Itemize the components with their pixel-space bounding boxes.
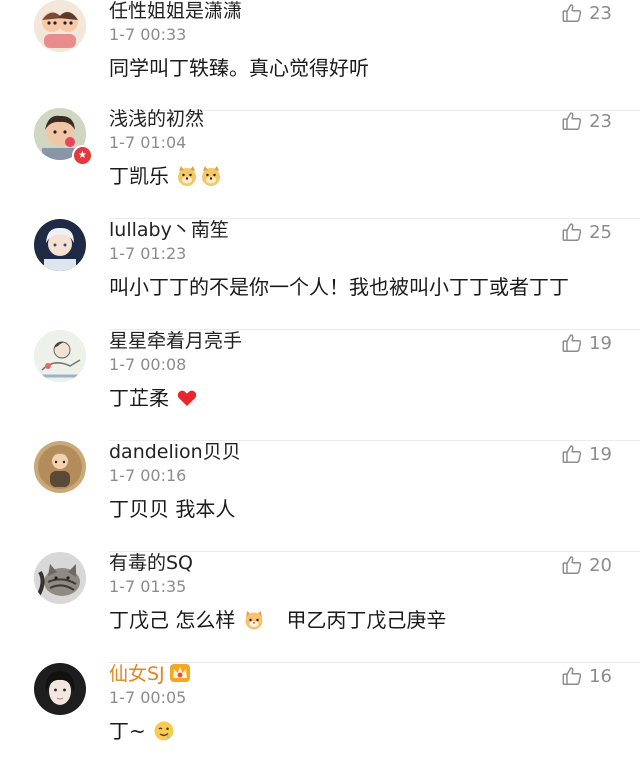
comment-username[interactable]: 有毒的SQ — [109, 550, 193, 576]
sketch-girl-avatar[interactable] — [34, 330, 86, 382]
comment-item: 星星牵着月亮手 1-7 00:08 丁芷柔 19 — [0, 330, 640, 441]
comment-text-content: 叫小丁丁的不是你一个人！我也被叫小丁丁或者丁丁 — [109, 275, 569, 299]
drooling-face-emoji-icon — [153, 720, 175, 742]
comment-timestamp: 1-7 01:23 — [109, 244, 187, 263]
doge-emoji-icon — [200, 165, 222, 187]
like-count: 16 — [589, 665, 612, 687]
comment-username[interactable]: 星星牵着月亮手 — [109, 328, 242, 354]
thumbs-up-icon — [561, 110, 583, 132]
like-button[interactable]: 16 — [561, 663, 612, 689]
like-button[interactable]: 23 — [561, 108, 612, 134]
comment-text-content: 丁芷柔 — [109, 386, 169, 410]
comment-text-content: 丁贝贝 我本人 — [109, 497, 236, 521]
like-count: 23 — [589, 2, 612, 24]
comment-item: lullaby丶南笙 1-7 01:23 叫小丁丁的不是你一个人！我也被叫小丁丁… — [0, 219, 640, 330]
comment-text-content: 丁凯乐 — [109, 164, 169, 188]
comment-item: 任性姐姐是潇潇 1-7 00:33 同学叫丁轶臻。真心觉得好听 23 — [0, 0, 640, 111]
like-count: 19 — [589, 332, 612, 354]
thumbs-up-icon — [561, 332, 583, 354]
comment-text: 丁贝贝 我本人 — [109, 494, 235, 524]
comment-timestamp: 1-7 00:16 — [109, 466, 187, 485]
comment-text: 叫小丁丁的不是你一个人！我也被叫小丁丁或者丁丁 — [109, 272, 569, 302]
comment-timestamp: 1-7 00:05 — [109, 688, 187, 707]
thumbs-up-icon — [561, 2, 583, 24]
comment-feed: 任性姐姐是潇潇 1-7 00:33 同学叫丁轶臻。真心觉得好听 23 ★ 浅浅的… — [0, 0, 640, 758]
cartoon-couple-avatar[interactable] — [34, 0, 86, 52]
comment-text-content: 同学叫丁轶臻。真心觉得好听 — [109, 56, 369, 80]
comment-text: 丁芷柔 — [109, 383, 199, 413]
thumbs-up-icon — [561, 554, 583, 576]
comment-timestamp: 1-7 00:33 — [109, 25, 187, 44]
comment-username[interactable]: 仙女SJ — [109, 661, 191, 687]
comment-username[interactable]: 任性姐姐是潇潇 — [109, 0, 242, 24]
red-heart-icon — [176, 387, 198, 409]
like-button[interactable]: 25 — [561, 219, 612, 245]
like-button[interactable]: 19 — [561, 441, 612, 467]
like-button[interactable]: 23 — [561, 0, 612, 26]
thumbs-up-icon — [561, 221, 583, 243]
comment-text: 丁凯乐 — [109, 161, 223, 191]
comment-text-extra: 甲乙丙丁戊己庚辛 — [286, 608, 447, 632]
comment-item: 有毒的SQ 1-7 01:35 丁戊己 怎么样 甲乙丙丁戊己庚辛 20 — [0, 552, 640, 663]
thumbs-up-icon — [561, 443, 583, 465]
doge-emoji-icon — [176, 165, 198, 187]
comment-text-content: 丁~ — [109, 719, 146, 743]
thumbs-up-icon — [561, 665, 583, 687]
like-count: 19 — [589, 443, 612, 465]
comment-timestamp: 1-7 00:08 — [109, 355, 187, 374]
comment-item: dandelion贝贝 1-7 00:16 丁贝贝 我本人 19 — [0, 441, 640, 552]
like-button[interactable]: 19 — [561, 330, 612, 356]
comment-text: 同学叫丁轶臻。真心觉得好听 — [109, 53, 369, 83]
like-button[interactable]: 20 — [561, 552, 612, 578]
comment-text: 丁~ — [109, 716, 176, 746]
like-count: 20 — [589, 554, 612, 576]
comment-text: 丁戊己 怎么样 甲乙丙丁戊己庚辛 — [109, 605, 446, 635]
tabby-cat-avatar[interactable] — [34, 552, 86, 604]
comment-text-content: 丁戊己 怎么样 — [109, 608, 236, 632]
anime-boy-avatar[interactable] — [34, 219, 86, 271]
vip-star-badge-icon: ★ — [72, 145, 93, 166]
comment-timestamp: 1-7 01:35 — [109, 577, 187, 596]
comment-item: ★ 浅浅的初然 1-7 01:04 丁凯乐 23 — [0, 108, 640, 219]
comment-item: 仙女SJ 1-7 00:05 丁~ 16 — [0, 663, 640, 758]
comment-username[interactable]: 浅浅的初然 — [109, 106, 204, 132]
crown-vip-icon — [169, 663, 191, 683]
girl-portrait-avatar[interactable] — [34, 663, 86, 715]
comment-username-text: 仙女SJ — [109, 663, 165, 685]
comment-username[interactable]: dandelion贝贝 — [109, 439, 241, 465]
vintage-figure-avatar[interactable] — [34, 441, 86, 493]
like-count: 23 — [589, 110, 612, 132]
comment-username[interactable]: lullaby丶南笙 — [109, 217, 229, 243]
comment-timestamp: 1-7 01:04 — [109, 133, 187, 152]
like-count: 25 — [589, 221, 612, 243]
cat-face-emoji-icon — [243, 609, 265, 631]
